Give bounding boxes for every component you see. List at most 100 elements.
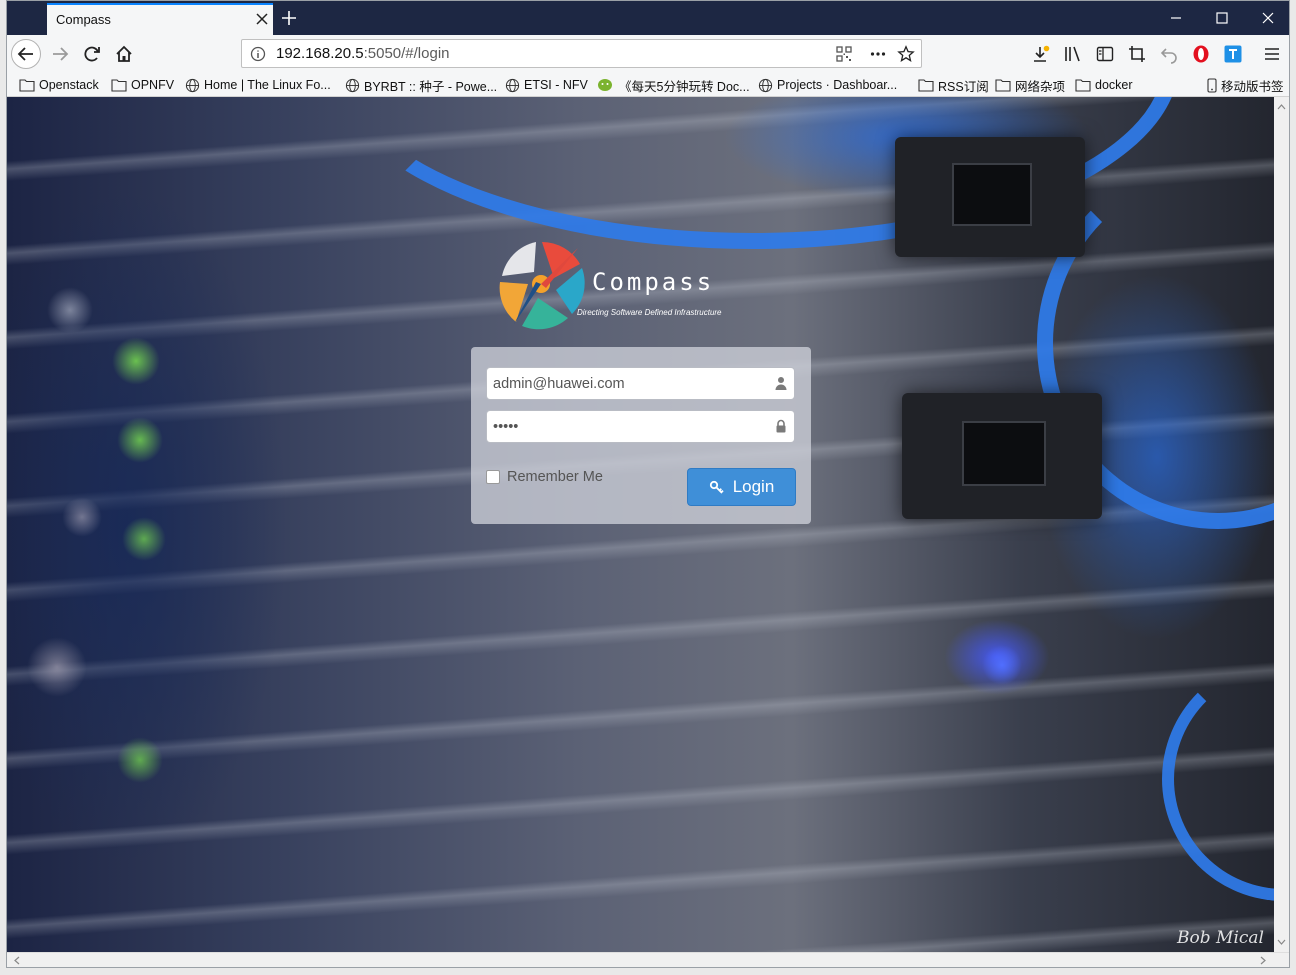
bookmark-star-icon[interactable]	[897, 45, 915, 63]
bookmark-label: 《每天5分钟玩转 Doc...	[619, 79, 750, 94]
url-host: 192.168.20.5	[276, 45, 364, 62]
remember-me-checkbox[interactable]	[486, 470, 500, 484]
url-text[interactable]: 192.168.20.5:5050/#/login	[276, 45, 450, 62]
new-tab-icon[interactable]	[277, 6, 301, 30]
sidebar-icon[interactable]	[1095, 44, 1115, 64]
navigation-bar: 192.168.20.5:5050/#/login	[7, 35, 1289, 73]
background-connector	[895, 137, 1085, 257]
email-field[interactable]	[486, 367, 795, 400]
page-actions-icon[interactable]	[869, 45, 887, 63]
opera-icon[interactable]	[1191, 44, 1211, 64]
tab-strip: Compass	[7, 1, 1289, 35]
close-window-icon[interactable]	[1256, 6, 1280, 30]
mobile-icon	[1207, 77, 1217, 93]
photo-watermark: Bob Mical	[1177, 928, 1264, 948]
bookmark-label: 网络杂项	[1015, 79, 1066, 94]
bookmark-mobile[interactable]: 移动版书签	[1207, 76, 1284, 94]
bookmark-linux-foundation[interactable]: Home | The Linux Fo...	[185, 76, 331, 94]
folder-icon	[19, 79, 35, 92]
translate-extension-icon[interactable]	[1223, 44, 1243, 64]
bookmark-etsi-nfv[interactable]: ETSI - NFV	[505, 76, 588, 94]
vertical-scrollbar[interactable]	[1274, 97, 1289, 952]
horizontal-scrollbar[interactable]	[7, 952, 1289, 968]
compass-logo-icon	[499, 242, 585, 330]
close-tab-icon[interactable]	[251, 8, 273, 30]
background-light	[117, 737, 163, 783]
globe-icon	[345, 78, 360, 92]
folder-icon	[918, 79, 934, 92]
bookmark-rss[interactable]: RSS订阅	[918, 76, 989, 94]
bookmarks-bar: Openstack OPNFV Home | The Linux Fo... B…	[7, 73, 1289, 97]
forward-button[interactable]	[45, 39, 75, 69]
scroll-left-icon[interactable]	[11, 953, 23, 968]
undo-icon[interactable]	[1159, 44, 1179, 64]
password-field[interactable]	[486, 410, 795, 443]
user-icon	[775, 377, 787, 390]
remember-me[interactable]: Remember Me	[486, 469, 603, 485]
url-path: :5050/#/login	[363, 45, 450, 62]
back-button[interactable]	[11, 39, 41, 69]
folder-icon	[1075, 79, 1091, 92]
wechat-icon	[598, 78, 612, 91]
login-button[interactable]: Login	[687, 468, 796, 506]
library-icon[interactable]	[1063, 44, 1083, 64]
bookmark-label: 移动版书签	[1221, 79, 1284, 94]
bookmark-label: BYRBT :: 种子 - Powe...	[364, 79, 498, 94]
background-connector	[902, 393, 1102, 519]
background-light	[27, 637, 87, 697]
email-input[interactable]	[487, 368, 767, 399]
maximize-icon[interactable]	[1210, 6, 1234, 30]
bookmark-network-misc[interactable]: 网络杂项	[995, 76, 1065, 94]
background-light	[112, 337, 160, 385]
info-icon[interactable]	[250, 46, 266, 62]
tab-title: Compass	[56, 12, 111, 27]
bookmark-docker-article[interactable]: 《每天5分钟玩转 Doc...	[597, 76, 750, 94]
folder-icon	[995, 79, 1011, 92]
bookmark-opnfv[interactable]: OPNFV	[111, 76, 174, 94]
bookmark-label: Projects · Dashboar...	[777, 78, 898, 92]
menu-icon[interactable]	[1262, 44, 1282, 64]
key-icon	[709, 480, 724, 494]
tab-compass[interactable]: Compass	[47, 3, 273, 35]
qr-code-icon[interactable]	[835, 45, 853, 63]
login-form: Remember Me Login	[471, 347, 811, 524]
bookmark-openstack[interactable]: Openstack	[19, 76, 99, 94]
scroll-right-icon[interactable]	[1257, 953, 1269, 968]
reload-button[interactable]	[77, 39, 107, 69]
background-light	[982, 645, 1022, 685]
bookmark-byrbt[interactable]: BYRBT :: 种子 - Powe...	[345, 76, 497, 94]
reload-icon	[84, 46, 100, 62]
url-bar[interactable]: 192.168.20.5:5050/#/login	[241, 39, 922, 68]
compass-logo: Compass Directing Software Defined Infra…	[494, 238, 744, 333]
background-light	[122, 517, 166, 561]
remember-me-label: Remember Me	[507, 469, 603, 485]
logo-tagline: Directing Software Defined Infrastructur…	[577, 308, 722, 317]
bookmark-label: RSS订阅	[938, 79, 989, 94]
logo-name: Compass	[592, 268, 715, 296]
scroll-down-icon[interactable]	[1274, 936, 1289, 948]
back-arrow-icon	[17, 47, 33, 61]
download-icon[interactable]	[1031, 44, 1051, 64]
screenshot-icon[interactable]	[1127, 44, 1147, 64]
background-light	[62, 497, 102, 537]
globe-icon	[758, 78, 773, 92]
forward-arrow-icon	[53, 47, 69, 61]
background-cable	[1162, 657, 1274, 901]
bookmark-label: ETSI - NFV	[524, 78, 588, 92]
background-light	[47, 287, 93, 333]
password-input[interactable]	[487, 411, 767, 442]
minimize-icon[interactable]	[1164, 6, 1188, 30]
browser-window: Compass 192.168.20.5:5050/#/login Openst…	[6, 0, 1290, 968]
bookmark-label: OPNFV	[131, 78, 175, 92]
bookmark-projects-dashboard[interactable]: Projects · Dashboar...	[758, 76, 897, 94]
background-light	[117, 417, 163, 463]
bookmark-docker[interactable]: docker	[1075, 76, 1133, 94]
globe-icon	[505, 78, 520, 92]
bookmark-label: Openstack	[39, 78, 99, 92]
home-icon	[116, 45, 132, 62]
globe-icon	[185, 78, 200, 92]
scroll-up-icon[interactable]	[1274, 101, 1289, 113]
bookmark-label: docker	[1095, 78, 1133, 92]
login-page: Compass Directing Software Defined Infra…	[7, 97, 1274, 952]
home-button[interactable]	[109, 39, 139, 69]
